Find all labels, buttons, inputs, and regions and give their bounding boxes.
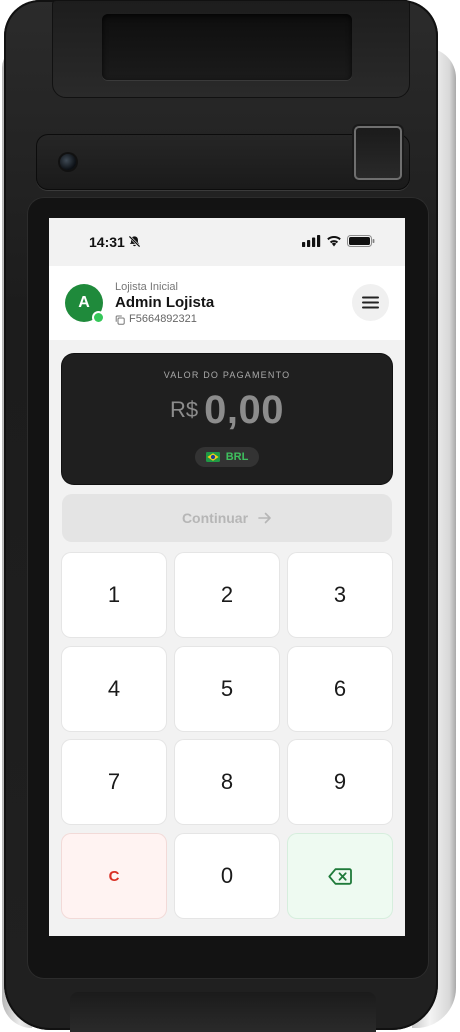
- wifi-icon: [327, 235, 341, 247]
- brazil-flag-icon: [205, 452, 220, 462]
- card-reader-sensor: [354, 126, 402, 180]
- menu-icon: [362, 296, 379, 309]
- signal-icon: [302, 235, 321, 247]
- user-name: Admin Lojista: [115, 294, 215, 311]
- currency-badge: BRL: [195, 447, 259, 467]
- keypad-key-3[interactable]: 3: [288, 553, 392, 637]
- payment-amount-display: R$ 0,00: [62, 388, 392, 433]
- merchant-header: A Lojista Inicial Admin Lojista F5664892…: [49, 266, 405, 340]
- keypad-key-6[interactable]: 6: [288, 647, 392, 731]
- device-bottom-port: [70, 992, 376, 1032]
- amount-value: 0,00: [204, 388, 284, 432]
- payment-amount-label: VALOR DO PAGAMENTO: [163, 370, 291, 380]
- continue-button[interactable]: Continuar: [62, 494, 392, 542]
- bell-off-icon: [128, 235, 141, 248]
- backspace-icon: [328, 867, 352, 885]
- store-label: Lojista Inicial: [115, 281, 178, 293]
- battery-icon: [347, 235, 375, 247]
- payment-amount-card: VALOR DO PAGAMENTO R$ 0,00 BRL: [62, 354, 392, 484]
- keypad-key-7[interactable]: 7: [62, 740, 166, 824]
- online-status-dot: [94, 313, 103, 322]
- keypad-key-0[interactable]: 0: [175, 834, 279, 918]
- status-bar: 14:31: [49, 218, 405, 266]
- keypad-key-1[interactable]: 1: [62, 553, 166, 637]
- keypad-key-2[interactable]: 2: [175, 553, 279, 637]
- status-time: 14:31: [89, 234, 125, 250]
- currency-symbol: R$: [170, 397, 199, 422]
- merchant-id[interactable]: F5664892321: [129, 313, 197, 325]
- keypad-key-5[interactable]: 5: [175, 647, 279, 731]
- keypad-key-9[interactable]: 9: [288, 740, 392, 824]
- currency-code: BRL: [225, 451, 249, 463]
- copy-icon[interactable]: [115, 315, 125, 325]
- keypad-backspace-button[interactable]: [288, 834, 392, 918]
- keypad-key-8[interactable]: 8: [175, 740, 279, 824]
- keypad-key-4[interactable]: 4: [62, 647, 166, 731]
- keypad-clear-button[interactable]: C: [62, 834, 166, 918]
- menu-button[interactable]: [352, 284, 389, 321]
- continue-button-label: Continuar: [181, 510, 249, 526]
- arrow-right-icon: [258, 512, 271, 524]
- receipt-printer-slot: [102, 14, 352, 80]
- camera-lens: [60, 154, 76, 170]
- app-screen: 14:31 A Lojista Inicial Admin Lojista F5…: [49, 218, 405, 936]
